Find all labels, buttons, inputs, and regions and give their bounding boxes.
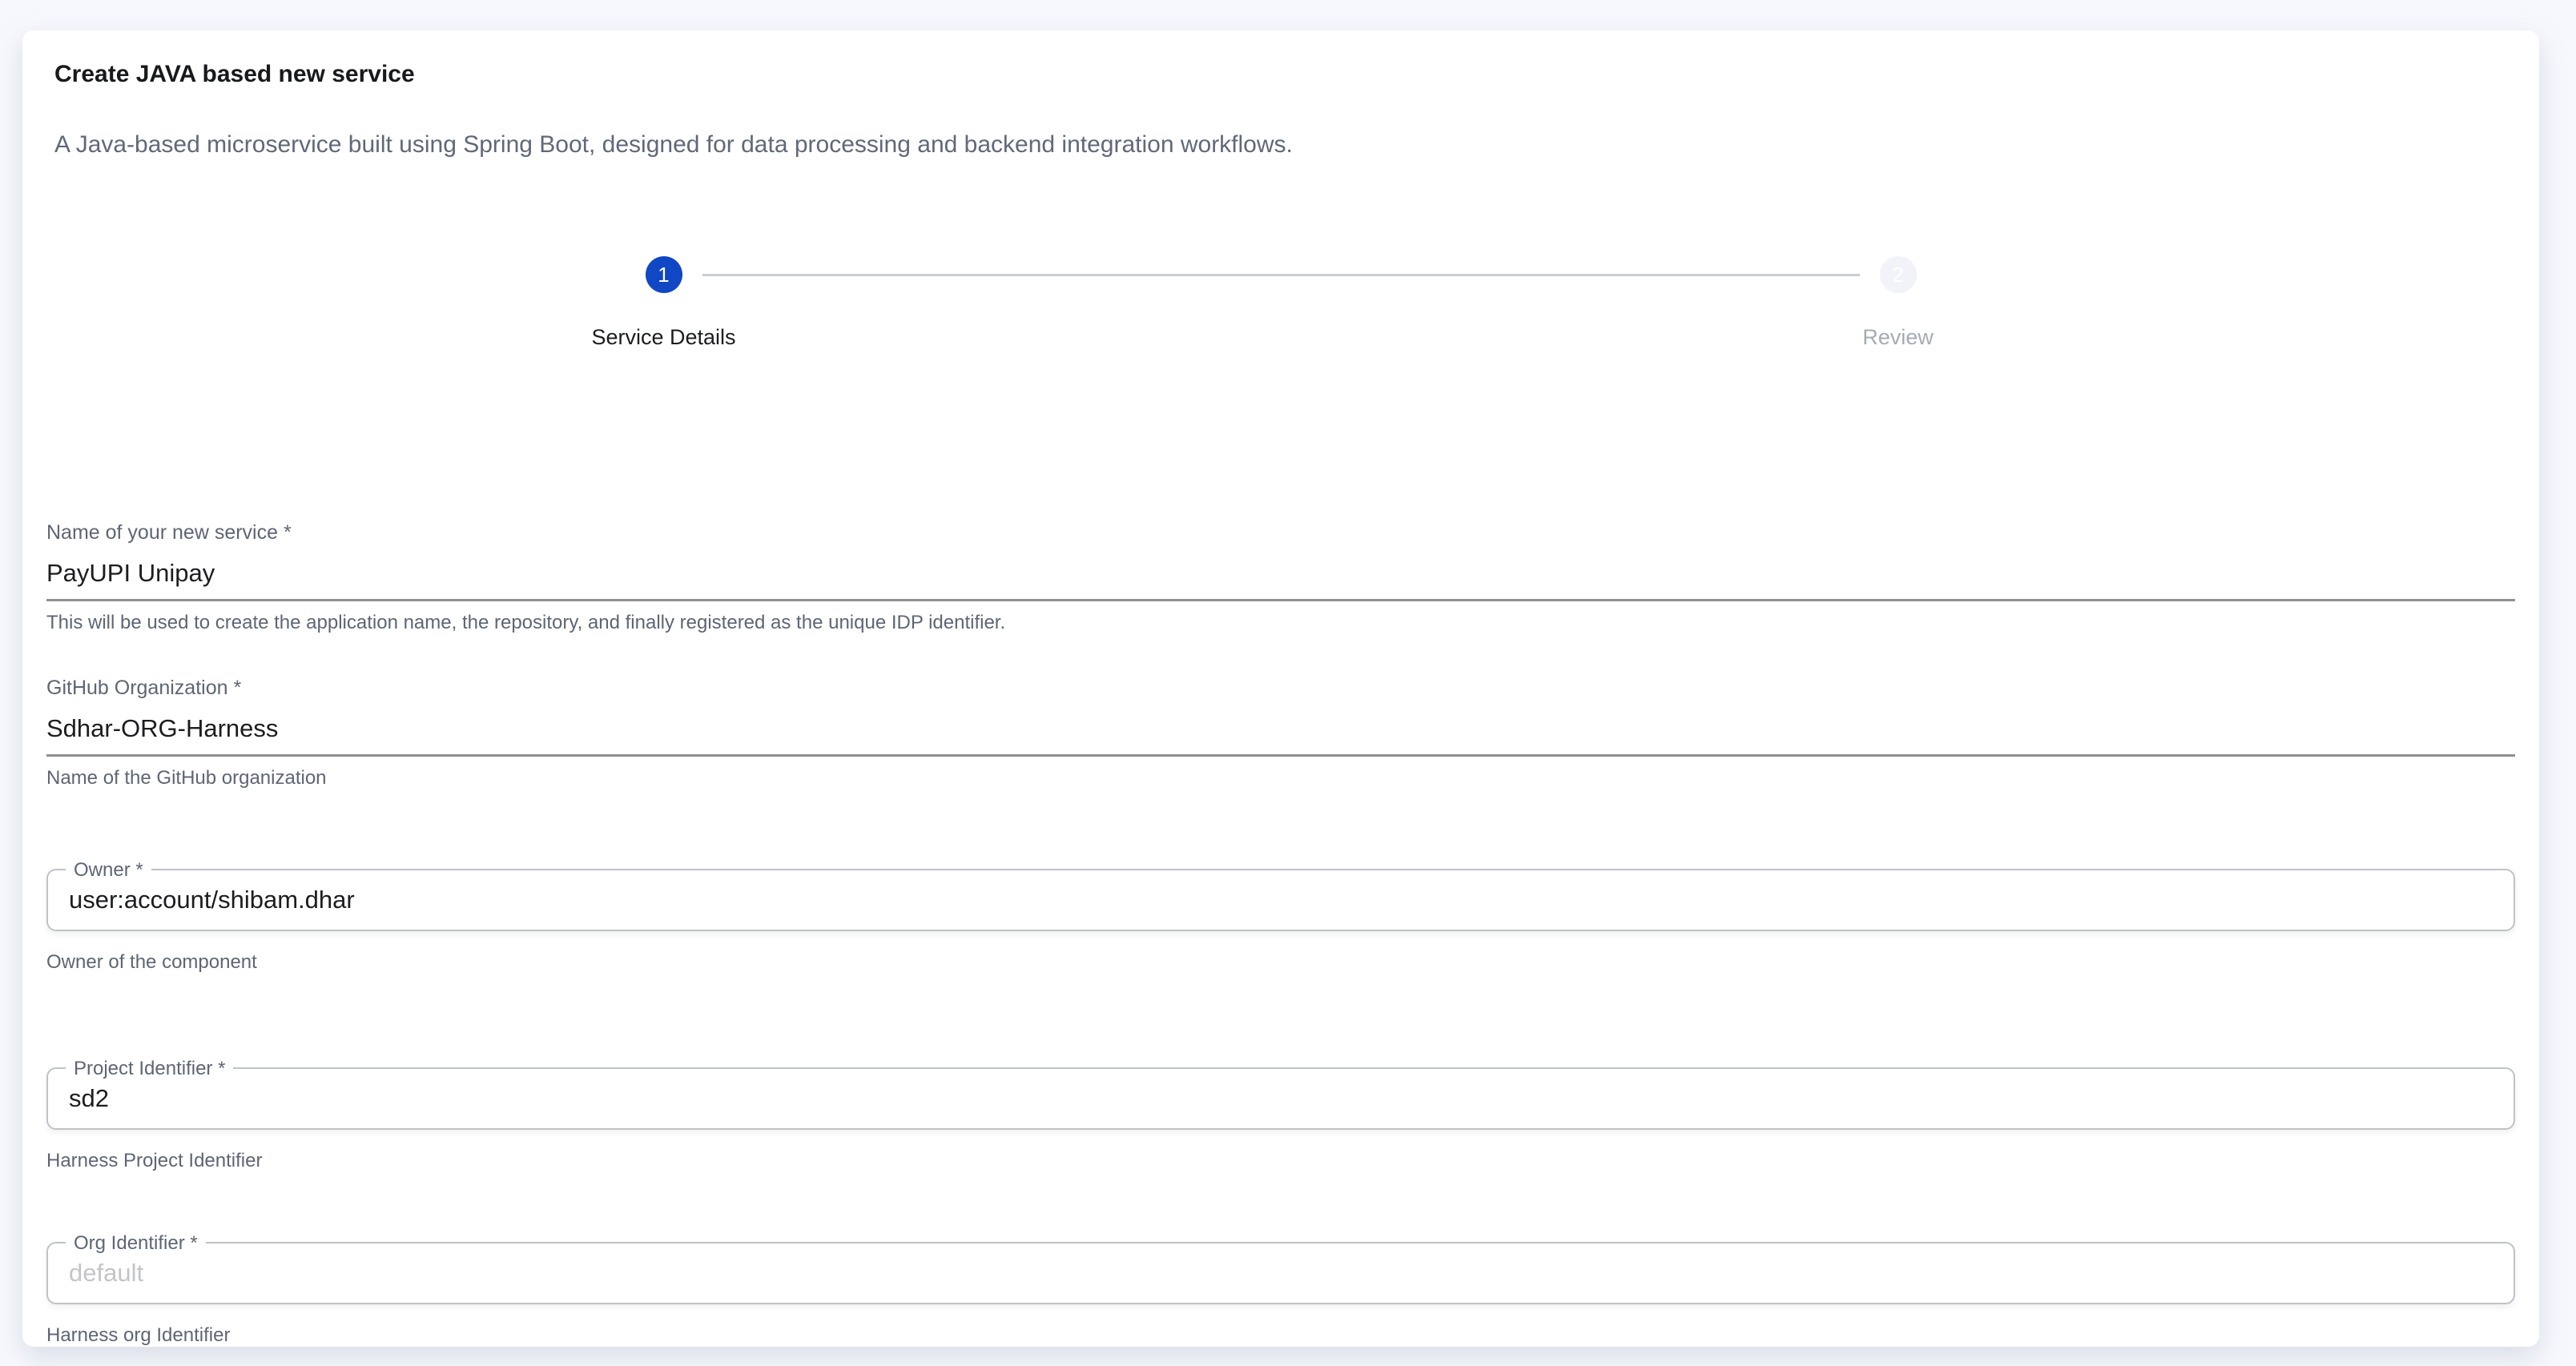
step-service-details: 1 Service Details (46, 256, 1281, 351)
step-2-label: Review (1862, 323, 1934, 351)
owner-helper: Owner of the component (46, 950, 2515, 974)
org-identifier-input[interactable] (48, 1243, 2514, 1303)
field-owner: Owner * (46, 869, 2515, 931)
stepper-connector-line (702, 274, 1860, 276)
github-organization-helper: Name of the GitHub organization (46, 766, 2515, 790)
github-organization-label: GitHub Organization * (46, 676, 2515, 700)
create-service-card: Create JAVA based new service A Java-bas… (22, 30, 2539, 1347)
github-organization-input[interactable] (46, 703, 2515, 757)
org-identifier-label: Org Identifier * (66, 1231, 206, 1256)
stepper: 1 Service Details 2 Review (46, 256, 2515, 351)
org-identifier-helper: Harness org Identifier (46, 1324, 2515, 1347)
owner-label: Owner * (66, 858, 151, 882)
project-identifier-helper: Harness Project Identifier (46, 1149, 2515, 1173)
field-github-organization: GitHub Organization * Name of the GitHub… (46, 676, 2515, 790)
step-1-circle: 1 (646, 256, 682, 293)
service-name-input[interactable] (46, 548, 2515, 601)
service-name-helper: This will be used to create the applicat… (46, 611, 2515, 635)
owner-input[interactable] (48, 870, 2514, 930)
field-service-name: Name of your new service * This will be … (46, 520, 2515, 635)
service-name-label: Name of your new service * (46, 520, 2515, 544)
project-identifier-input[interactable] (48, 1069, 2514, 1128)
step-2-circle: 2 (1880, 256, 1917, 293)
field-org-identifier: Org Identifier * (46, 1242, 2515, 1304)
page-subtitle: A Java-based microservice built using Sp… (54, 130, 2515, 160)
field-project-identifier: Project Identifier * (46, 1067, 2515, 1130)
project-identifier-label: Project Identifier * (66, 1057, 233, 1081)
page-title: Create JAVA based new service (54, 59, 2515, 90)
step-1-label: Service Details (591, 323, 735, 351)
step-review: 2 Review (1281, 256, 2515, 351)
